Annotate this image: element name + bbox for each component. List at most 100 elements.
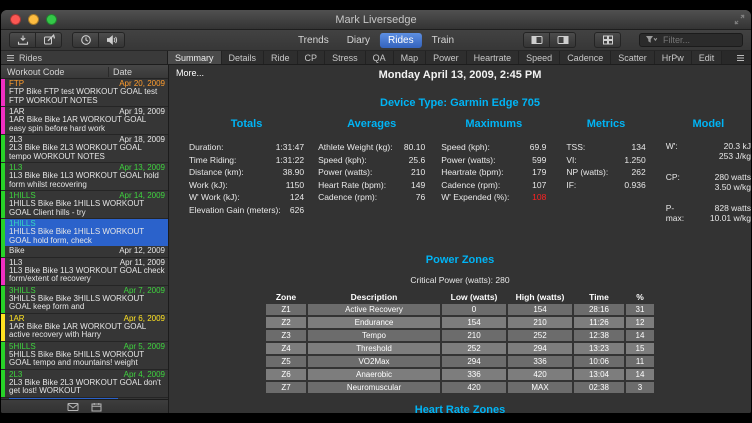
zones-header: Low (watts): [442, 292, 506, 302]
ride-color-bar: [1, 258, 5, 285]
list-item[interactable]: 1ARApr 6, 2009 1AR Bike Bike 1AR WORKOUT…: [1, 314, 168, 342]
tab-ride[interactable]: Ride: [264, 51, 298, 64]
tab-hrpw[interactable]: HrPw: [655, 51, 692, 64]
metric-label: Elevation Gain (meters):: [189, 204, 281, 217]
list-item[interactable]: 5HILLSApr 5, 2009 5HILLS Bike Bike 5HILL…: [1, 342, 168, 370]
ride-navigator: Workout Code Date FTPApr 20, 2009 FTP Bi…: [1, 65, 169, 413]
ride-color-bar: [1, 163, 5, 190]
mail-icon[interactable]: [67, 402, 79, 412]
list-item-selected[interactable]: 1HILLS 1HILLS Bike Bike 1HILLS WORKOUT G…: [1, 219, 168, 258]
section-title: Model: [666, 118, 751, 130]
metric-value: 599: [532, 154, 546, 167]
titlebar: Mark Liversedge: [1, 10, 751, 30]
zones-header: High (watts): [508, 292, 572, 302]
list-item[interactable]: 1ARApr 19, 2009 1AR Bike Bike 1AR WORKOU…: [1, 107, 168, 135]
list-icon: [6, 54, 15, 62]
tab-rides[interactable]: Rides: [380, 33, 422, 48]
list-item[interactable]: 2L3Apr 4, 2009 2L3 Bike Bike 2L3 WORKOUT…: [1, 370, 168, 398]
column-workout-code[interactable]: Workout Code: [1, 67, 109, 77]
table-row: Z4Threshold25229413:2315: [266, 343, 654, 354]
metric-label: Heart Rate (bpm):: [318, 179, 386, 192]
compose-button[interactable]: [36, 32, 62, 48]
metric-label: W':: [666, 141, 692, 151]
ride-summary: 1L3 Bike Bike 1L3 WORKOUT GOAL hold form…: [9, 172, 165, 189]
scope-selector[interactable]: Rides: [1, 51, 168, 64]
zones-header: %: [626, 292, 654, 302]
ride-color-bar: [1, 107, 5, 134]
filter-field[interactable]: [639, 33, 743, 47]
zones-header: Zone: [266, 292, 306, 302]
section-title: Maximums: [441, 118, 546, 130]
maximums-section: Maximums Speed (kph):69.9 Power (watts):…: [441, 118, 546, 234]
zones-header: Description: [308, 292, 440, 302]
table-row: Z6Anaerobic33642013:0414: [266, 369, 654, 380]
tab-power[interactable]: Power: [426, 51, 467, 64]
zoom-button[interactable]: [46, 14, 57, 25]
tab-scatter[interactable]: Scatter: [611, 51, 655, 64]
clock-icon[interactable]: [72, 32, 99, 48]
metric-label: NP (watts):: [566, 166, 608, 179]
tab-heartrate[interactable]: Heartrate: [467, 51, 520, 64]
tab-speed[interactable]: Speed: [519, 51, 560, 64]
metric-label: P-max:: [666, 203, 692, 223]
filter-input[interactable]: [661, 34, 745, 46]
list-item[interactable]: 1L3Apr 13, 2009 1L3 Bike Bike 1L3 WORKOU…: [1, 163, 168, 191]
ride-summary: 1HILLS Bike Bike 1HILLS WORKOUT GOAL hol…: [9, 228, 165, 245]
sidebar-right-icon[interactable]: [550, 32, 576, 48]
table-row: Z7Neuromuscular420MAX02:383: [266, 382, 654, 393]
metric-label: W' Expended (%):: [441, 191, 509, 204]
menu-icon[interactable]: [730, 51, 751, 64]
list-item[interactable]: 1L3Apr 11, 2009 1L3 Bike Bike 1L3 WORKOU…: [1, 258, 168, 286]
ride-color-bar: [1, 79, 5, 106]
perspective-tabs: Trends Diary Rides Train: [290, 33, 462, 48]
speaker-icon[interactable]: [99, 32, 125, 48]
list-item[interactable]: 3HILLSApr 7, 2009 3HILLS Bike Bike 3HILL…: [1, 286, 168, 314]
summary-columns: Totals Duration:1:31:47 Time Riding:1:31…: [189, 118, 751, 234]
metric-label: Time Riding:: [189, 154, 236, 167]
ride-summary: 3HILLS Bike Bike 3HILLS WORKOUT GOAL kee…: [9, 295, 165, 312]
tab-diary[interactable]: Diary: [339, 33, 378, 48]
download-button[interactable]: [9, 32, 36, 48]
close-button[interactable]: [10, 14, 21, 25]
model-section: Model W': 20.3 kJ253 J/kg CP: 280 watts3…: [666, 118, 751, 234]
metrics-section: Metrics TSS:134 VI:1.250 NP (watts):262 …: [566, 118, 645, 234]
tools-group: [72, 32, 125, 48]
sidebar-left-icon[interactable]: [523, 32, 550, 48]
totals-section: Totals Duration:1:31:47 Time Riding:1:31…: [189, 118, 304, 234]
list-item[interactable]: 2L3Apr 18, 2009 2L3 Bike Bike 2L3 WORKOU…: [1, 135, 168, 163]
metric-label: Speed (kph):: [441, 141, 490, 154]
tab-cadence[interactable]: Cadence: [560, 51, 611, 64]
tab-stress[interactable]: Stress: [325, 51, 366, 64]
list-item[interactable]: 1HILLSApr 14, 2009 1HILLS Bike Bike 1HIL…: [1, 191, 168, 219]
metric-value: 124: [290, 191, 304, 204]
tab-map[interactable]: Map: [394, 51, 427, 64]
tab-qa[interactable]: QA: [366, 51, 394, 64]
navigator-header[interactable]: Workout Code Date: [1, 65, 168, 79]
layout-group: [594, 32, 621, 48]
list-item[interactable]: FTPApr 20, 2009 FTP Bike FTP test WORKOU…: [1, 79, 168, 107]
expand-icon[interactable]: [734, 14, 745, 25]
tab-summary[interactable]: Summary: [168, 51, 222, 64]
summary-view: More... Monday April 13, 2009, 2:45 PM D…: [169, 65, 751, 413]
metric-label: W' Work (kJ):: [189, 191, 240, 204]
minimize-button[interactable]: [28, 14, 39, 25]
column-date[interactable]: Date: [109, 67, 168, 77]
tab-details[interactable]: Details: [222, 51, 265, 64]
metric-value: 1.250: [624, 154, 645, 167]
critical-power-text: Critical Power (watts): 280: [169, 275, 751, 285]
metric-label: Heartrate (bpm):: [441, 166, 503, 179]
tab-train[interactable]: Train: [424, 33, 462, 48]
tab-cp[interactable]: CP: [298, 51, 326, 64]
tab-edit[interactable]: Edit: [692, 51, 723, 64]
tile-view-icon[interactable]: [594, 32, 621, 48]
ride-summary: 1L3 Bike Bike 1L3 WORKOUT GOAL check for…: [9, 267, 165, 284]
device-type: Device Type: Garmin Edge 705: [169, 97, 751, 109]
metric-value: 107: [532, 179, 546, 192]
ride-summary: 2L3 Bike Bike 2L3 WORKOUT GOAL tempo WOR…: [9, 144, 165, 161]
tab-trends[interactable]: Trends: [290, 33, 337, 48]
list-item[interactable]: 1L3Apr 3, 2009: [1, 398, 168, 400]
more-link[interactable]: More...: [176, 68, 204, 78]
calendar-icon[interactable]: [91, 402, 102, 412]
metric-value: 20.3 kJ253 J/kg: [705, 141, 751, 161]
power-zones-title: Power Zones: [169, 254, 751, 266]
